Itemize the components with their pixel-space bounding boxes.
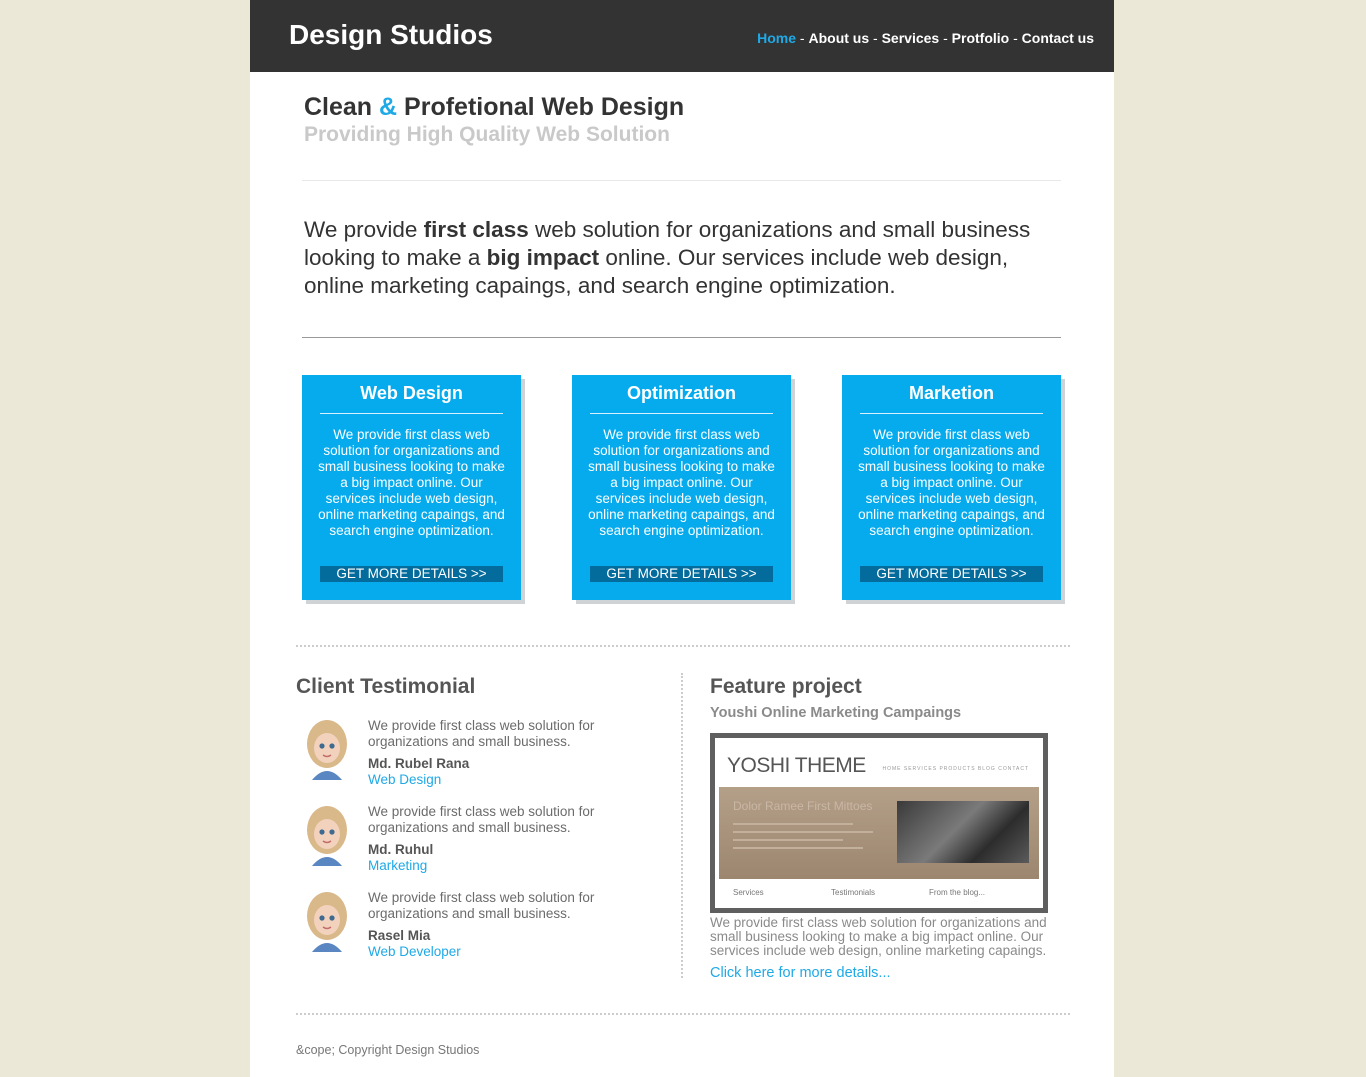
screenshot-text-line (733, 823, 853, 825)
testimonial-item: We provide first class web solution for … (302, 718, 632, 788)
feature-subtitle: Youshi Online Marketing Campaings (710, 705, 962, 721)
service-box-optimization: Optimization We provide first class web … (572, 375, 791, 600)
site-header: Design Studios Home - About us - Service… (250, 0, 1114, 72)
divider-dotted (296, 1013, 1070, 1015)
hero-title-before: Clean (304, 93, 380, 121)
testimonial-item: We provide first class web solution for … (302, 804, 632, 874)
site-logo[interactable]: Design Studios (289, 19, 493, 51)
service-box-web-design: Web Design We provide first class web so… (302, 375, 521, 600)
screenshot-text-line (733, 831, 873, 833)
page-container: Design Studios Home - About us - Service… (250, 0, 1114, 1077)
service-description: We provide first class web solution for … (858, 427, 1045, 538)
service-title-divider (320, 413, 503, 414)
testimonial-role-link[interactable]: Web Design (368, 772, 441, 787)
service-title: Web Design (360, 383, 463, 403)
testimonial-heading: Client Testimonial (296, 675, 476, 698)
nav-home[interactable]: Home (757, 30, 796, 46)
screenshot-col-label: From the blog... (929, 888, 986, 897)
divider-dark (302, 337, 1061, 338)
feature-more-details-link[interactable]: Click here for more details... (710, 965, 891, 981)
testimonial-name: Md. Rubel Rana (368, 756, 470, 771)
testimonial-role-link[interactable]: Web Developer (368, 944, 461, 959)
service-title: Marketion (908, 383, 995, 403)
service-description: We provide first class web solution for … (588, 427, 775, 538)
nav-separator: - (873, 30, 882, 46)
hero-title: Clean & Profetional Web Design (304, 93, 684, 122)
screenshot-col-label: Testimonials (831, 888, 876, 897)
column-divider (681, 673, 683, 978)
get-more-details-button[interactable]: GET MORE DETAILS >> (320, 566, 503, 582)
main-nav: Home - About us - Services - Protfolio -… (757, 30, 1094, 46)
intro-bold-first-class: first class (423, 217, 529, 242)
testimonial-text: We provide first class web solution for … (368, 804, 595, 835)
testimonial-role-link[interactable]: Marketing (368, 858, 427, 873)
testimonial-item: We provide first class web solution for … (302, 890, 632, 960)
get-more-details-button[interactable]: GET MORE DETAILS >> (590, 566, 773, 582)
divider-light (302, 180, 1061, 181)
hero-subtitle: Providing High Quality Web Solution (304, 123, 670, 146)
testimonial-name: Rasel Mia (368, 928, 431, 943)
avatar (302, 804, 352, 866)
service-description: We provide first class web solution for … (318, 427, 505, 538)
screenshot-text-line (733, 847, 863, 849)
service-title-divider (590, 413, 773, 414)
feature-project-screenshot[interactable]: YOSHI THEME HOME SERVICES PRODUCTS BLOG … (710, 733, 1048, 913)
feature-description: We provide first class web solution for … (710, 915, 1047, 958)
testimonial-text: We provide first class web solution for … (368, 890, 595, 921)
nav-services[interactable]: Services (882, 30, 940, 46)
nav-separator: - (1013, 30, 1022, 46)
service-title: Optimization (627, 383, 736, 403)
service-title-divider (860, 413, 1043, 414)
screenshot-page: YOSHI THEME HOME SERVICES PRODUCTS BLOG … (715, 738, 1043, 908)
avatar (302, 890, 352, 952)
nav-about[interactable]: About us (808, 30, 869, 46)
nav-portfolio[interactable]: Protfolio (952, 30, 1010, 46)
intro-text: We provide (304, 217, 424, 242)
get-more-details-button[interactable]: GET MORE DETAILS >> (860, 566, 1043, 582)
divider-dotted (296, 645, 1070, 647)
hero-title-after: Profetional Web Design (397, 93, 685, 121)
screenshot-col-label: Services (733, 888, 764, 897)
screenshot-banner: Dolor Ramee First Mittoes (719, 787, 1039, 879)
testimonial-name: Md. Ruhul (368, 842, 434, 857)
hero-title-amp: & (379, 93, 398, 121)
screenshot-nav: HOME SERVICES PRODUCTS BLOG CONTACT (882, 766, 1029, 772)
nav-contact[interactable]: Contact us (1022, 30, 1094, 46)
nav-separator: - (943, 30, 952, 46)
screenshot-banner-title: Dolor Ramee First Mittoes (733, 799, 873, 813)
footer-copyright: &cope; Copyright Design Studios (296, 1043, 480, 1057)
avatar (302, 718, 352, 780)
screenshot-logo: YOSHI THEME (727, 754, 866, 777)
feature-heading: Feature project (710, 675, 862, 698)
testimonial-text: We provide first class web solution for … (368, 718, 595, 749)
intro-bold-big-impact: big impact (486, 245, 600, 270)
screenshot-text-line (733, 839, 843, 841)
intro-paragraph: We provide first class web solution for … (304, 216, 1074, 300)
screenshot-photo (897, 801, 1029, 863)
service-box-marketion: Marketion We provide first class web sol… (842, 375, 1061, 600)
